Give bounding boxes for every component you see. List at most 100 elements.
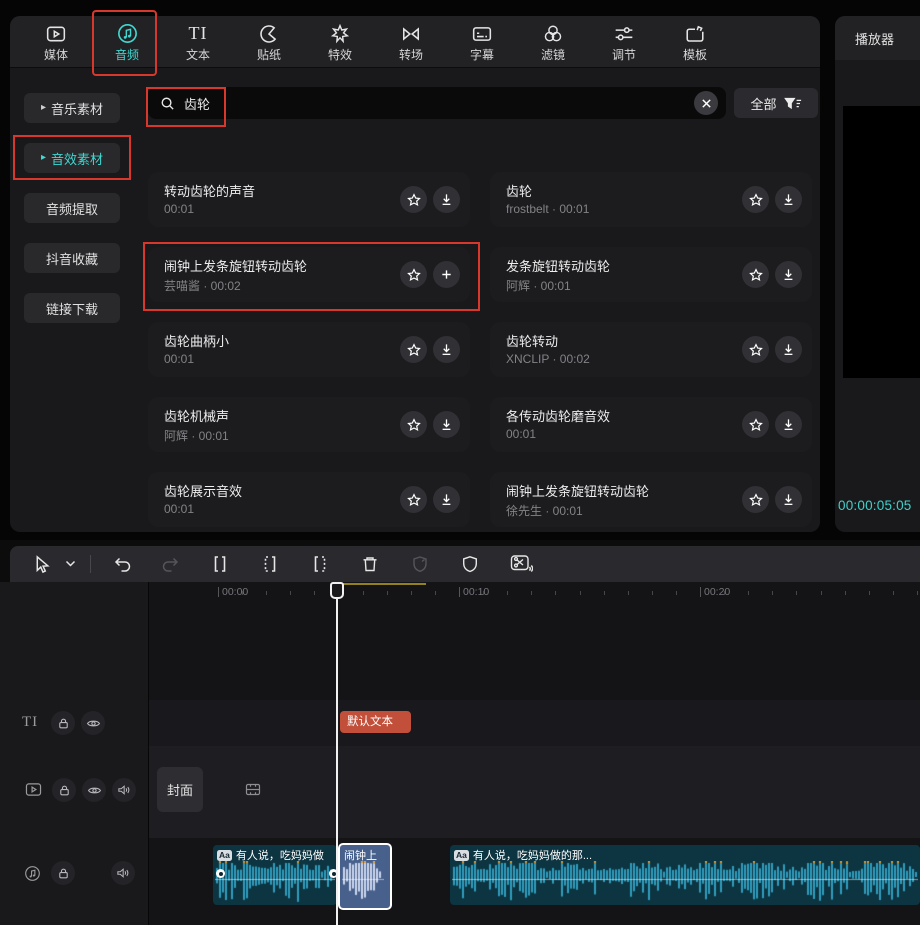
tab-media[interactable]: 媒体 (24, 16, 88, 68)
keyframe-dot[interactable] (216, 869, 225, 878)
favorite-star-icon[interactable] (742, 186, 769, 213)
card-actions (742, 336, 802, 363)
download-icon[interactable] (775, 486, 802, 513)
timeline-body: 00:0000:1000:20 TI (0, 582, 920, 925)
download-icon[interactable] (775, 336, 802, 363)
sidebar-item-audio-extract[interactable]: 音频提取 (24, 193, 120, 223)
download-icon[interactable] (775, 411, 802, 438)
tab-audio[interactable]: 音频 (95, 16, 159, 68)
ruler-tick (459, 587, 460, 597)
tab-transitions[interactable]: 转场 (379, 16, 443, 68)
sidebar-item-sound-effects[interactable]: ▸ 音效素材 (24, 143, 120, 173)
chevron-down-icon[interactable] (58, 550, 82, 578)
ruler-tick (724, 591, 725, 595)
tab-sticker[interactable]: 贴纸 (237, 16, 301, 68)
timeline-ruler[interactable]: 00:0000:1000:20 (148, 582, 920, 604)
tab-label: 滤镜 (541, 49, 565, 61)
cursor-select-icon[interactable] (24, 550, 58, 578)
sound-title: 齿轮展示音效 (164, 481, 242, 500)
ruler-tick (580, 591, 581, 595)
timeline-toolbar (10, 546, 920, 582)
tab-templates[interactable]: 模板 (663, 16, 727, 68)
video-track-lock-icon[interactable] (52, 778, 76, 802)
audio-clip[interactable]: Aa有人说，吃妈妈做的那... (450, 845, 920, 905)
search-bar[interactable] (148, 87, 726, 119)
ruler-tick (676, 591, 677, 595)
playhead-handle[interactable] (330, 582, 344, 599)
sound-effect-card[interactable]: 闹钟上发条旋钮转动齿轮徐先生 · 00:01 (490, 472, 812, 527)
favorite-star-icon[interactable] (742, 486, 769, 513)
sound-effect-card[interactable]: 闹钟上发条旋钮转动齿轮芸喵酱 · 00:02 (148, 247, 470, 302)
ruler-tick (555, 591, 556, 595)
audio-sidebar: ▸ 音乐素材 ▸ 音效素材 音频提取 抖音收藏 链接下载 (10, 68, 142, 532)
download-icon[interactable] (775, 186, 802, 213)
download-icon[interactable] (433, 486, 460, 513)
text-icon: TI (189, 23, 208, 45)
download-icon[interactable] (775, 261, 802, 288)
search-input[interactable] (182, 95, 306, 112)
sound-effect-card[interactable]: 齿轮frostbelt · 00:01 (490, 172, 812, 227)
tab-effects[interactable]: 特效 (308, 16, 372, 68)
tab-filters[interactable]: 滤镜 (521, 16, 585, 68)
sound-effect-card[interactable]: 齿轮转动XNCLIP · 00:02 (490, 322, 812, 377)
shield-icon[interactable] (445, 550, 495, 578)
split-icon[interactable] (195, 550, 245, 578)
favorite-star-icon[interactable] (742, 261, 769, 288)
text-track-visibility-icon[interactable] (81, 711, 105, 735)
video-track-visibility-icon[interactable] (82, 778, 106, 802)
split-delete-right-icon[interactable] (295, 550, 345, 578)
smart-tool-disabled-icon[interactable] (395, 550, 445, 578)
audio-clip-selected[interactable]: 闹钟上 (338, 843, 392, 910)
audio-clip-label: Aa有人说，吃妈妈做 (217, 847, 324, 863)
extract-audio-icon[interactable] (495, 550, 547, 578)
playhead-line[interactable] (336, 582, 338, 925)
text-track-lock-icon[interactable] (51, 711, 75, 735)
timeline-panel: 00:0000:1000:20 TI (0, 540, 920, 925)
favorite-star-icon[interactable] (400, 186, 427, 213)
ruler-tick (242, 591, 243, 595)
favorite-star-icon[interactable] (400, 486, 427, 513)
sound-effect-card[interactable]: 齿轮展示音效00:01 (148, 472, 470, 527)
ruler-tick (869, 591, 870, 595)
favorite-star-icon[interactable] (742, 411, 769, 438)
download-icon[interactable] (433, 411, 460, 438)
sound-effect-card[interactable]: 各传动齿轮磨音效00:01 (490, 397, 812, 452)
audio-clip[interactable]: Aa有人说，吃妈妈做 (213, 845, 337, 905)
redo-icon[interactable] (145, 550, 195, 578)
filter-button[interactable]: 全部 (734, 88, 818, 118)
sidebar-item-douyin-favorites[interactable]: 抖音收藏 (24, 243, 120, 273)
sidebar-item-music-assets[interactable]: ▸ 音乐素材 (24, 93, 120, 123)
ruler-tick (628, 591, 629, 595)
card-actions (400, 186, 460, 213)
favorite-star-icon[interactable] (400, 336, 427, 363)
audio-clip-text: 有人说，吃妈妈做的那... (473, 847, 592, 863)
sidebar-item-link-download[interactable]: 链接下载 (24, 293, 120, 323)
add-to-track-icon[interactable] (433, 261, 460, 288)
delete-trash-icon[interactable] (345, 550, 395, 578)
tab-text[interactable]: TI 文本 (166, 16, 230, 68)
clear-search-button[interactable] (694, 91, 718, 115)
download-icon[interactable] (433, 336, 460, 363)
templates-icon (685, 23, 705, 45)
tab-label: 转场 (399, 49, 423, 61)
favorite-star-icon[interactable] (400, 261, 427, 288)
undo-icon[interactable] (99, 550, 145, 578)
text-clip[interactable]: 默认文本 (340, 711, 411, 733)
sound-effect-card[interactable]: 齿轮曲柄小00:01 (148, 322, 470, 377)
results-grid: 转动齿轮的声音00:01 齿轮frostbelt · 00:01 闹钟上发条旋钮转动… (148, 172, 820, 532)
audio-track-speaker-icon[interactable] (111, 861, 135, 885)
tab-captions[interactable]: 字幕 (450, 16, 514, 68)
tab-adjust[interactable]: 调节 (592, 16, 656, 68)
sound-effect-card[interactable]: 发条旋钮转动齿轮阿辉 · 00:01 (490, 247, 812, 302)
favorite-star-icon[interactable] (400, 411, 427, 438)
cover-button[interactable]: 封面 (157, 767, 203, 812)
sound-effect-card[interactable]: 齿轮机械声阿辉 · 00:01 (148, 397, 470, 452)
download-icon[interactable] (433, 186, 460, 213)
favorite-star-icon[interactable] (742, 336, 769, 363)
split-delete-left-icon[interactable] (245, 550, 295, 578)
audio-clip-label: 闹钟上 (344, 847, 377, 863)
audio-track-lock-icon[interactable] (51, 861, 75, 885)
video-track-speaker-icon[interactable] (112, 778, 136, 802)
triangle-right-icon: ▸ (41, 102, 46, 113)
sound-effect-card[interactable]: 转动齿轮的声音00:01 (148, 172, 470, 227)
